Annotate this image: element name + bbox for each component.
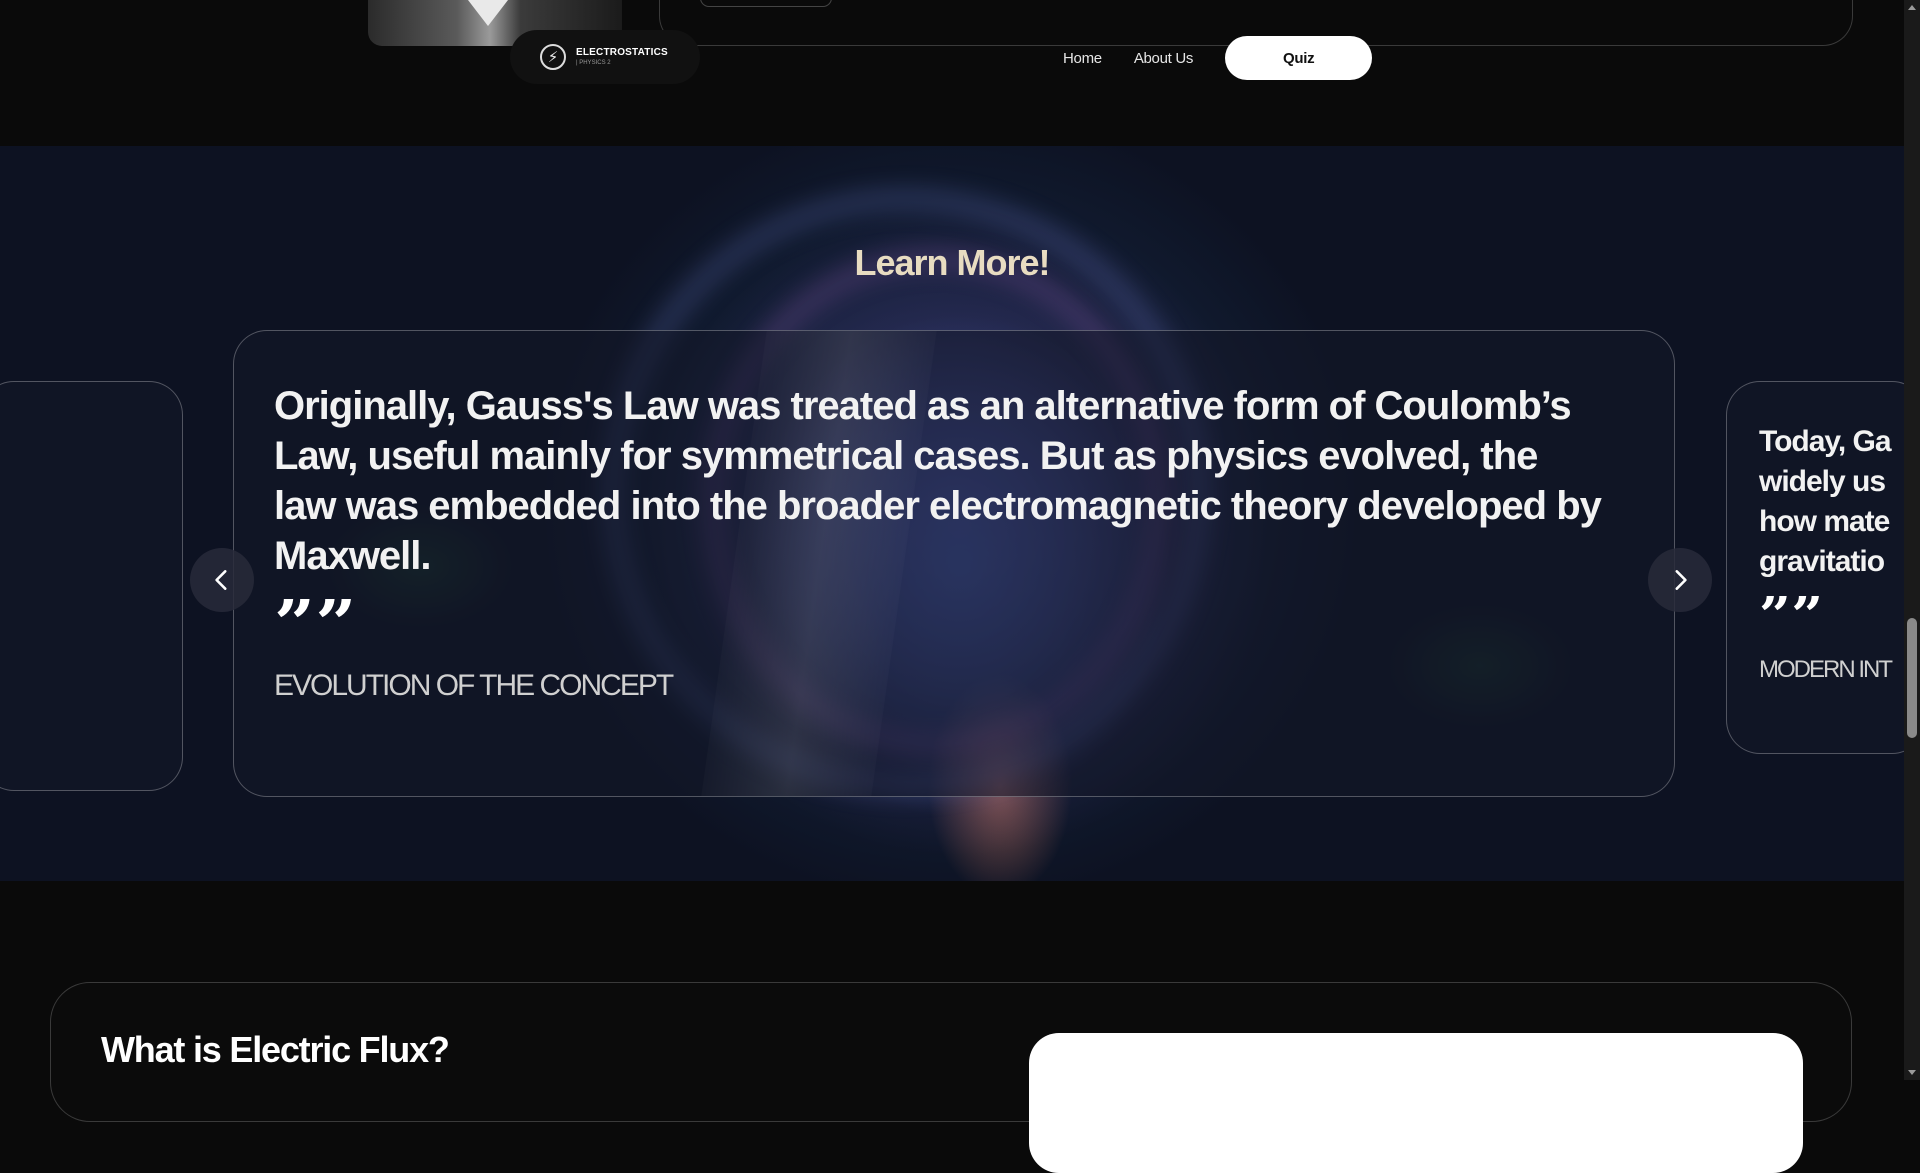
card-quote-line: Today, Ga: [1759, 425, 1892, 458]
lightning-bolt-icon: ⚡: [540, 44, 566, 70]
chevron-left-icon: [215, 570, 227, 590]
site-logo[interactable]: ⚡ ELECTROSTATICS | PHYSICS 2: [510, 30, 700, 84]
nav-link-about-us[interactable]: About Us: [1134, 50, 1194, 67]
quote-icon: ””: [274, 599, 1634, 641]
card-label: MODERN INT: [1759, 656, 1893, 683]
carousel-next-button[interactable]: [1648, 548, 1712, 612]
card-quote-line: gravitatio: [1759, 545, 1885, 578]
card-quote-text: Originally, Gauss's Law was treated as a…: [274, 384, 1602, 578]
card-quote-line: how mate: [1759, 505, 1890, 538]
previous-section-button[interactable]: [700, 0, 832, 7]
electric-flux-panel: [1029, 1033, 1803, 1173]
scroll-up-arrow-icon[interactable]: [1908, 5, 1916, 10]
card-quote-text: Today, Ga widely us how mate gravitatio: [1759, 422, 1904, 582]
carousel-card-previous[interactable]: [0, 381, 183, 791]
carousel-card-active: Originally, Gauss's Law was treated as a…: [233, 330, 1675, 797]
logo-title: ELECTROSTATICS: [576, 47, 668, 58]
logo-subtitle: | PHYSICS 2: [576, 60, 611, 66]
learn-more-heading: Learn More!: [854, 242, 1050, 283]
quote-icon: ””: [1759, 596, 1824, 630]
electric-flux-heading: What is Electric Flux?: [101, 1029, 450, 1070]
nav-link-home[interactable]: Home: [1063, 50, 1102, 67]
chevron-right-icon: [1675, 570, 1687, 590]
carousel-prev-button[interactable]: [190, 548, 254, 612]
quiz-button[interactable]: Quiz: [1225, 36, 1373, 80]
electric-flux-section: What is Electric Flux?: [50, 982, 1852, 1173]
scrollbar-thumb[interactable]: [1907, 618, 1917, 738]
card-label: EVOLUTION OF THE CONCEPT: [274, 669, 674, 702]
main-nav: Home About Us Quiz: [1063, 36, 1373, 80]
portrait-collar: [468, 0, 508, 26]
scroll-down-arrow-icon[interactable]: [1908, 1070, 1916, 1075]
page-scrollbar[interactable]: [1904, 0, 1920, 1080]
learn-more-section: Learn More! Originally, Gauss's Law was …: [0, 146, 1904, 881]
logo-text: ELECTROSTATICS | PHYSICS 2: [576, 47, 668, 67]
carousel-card-next[interactable]: Today, Ga widely us how mate gravitatio …: [1726, 381, 1904, 754]
card-quote-line: widely us: [1759, 465, 1886, 498]
